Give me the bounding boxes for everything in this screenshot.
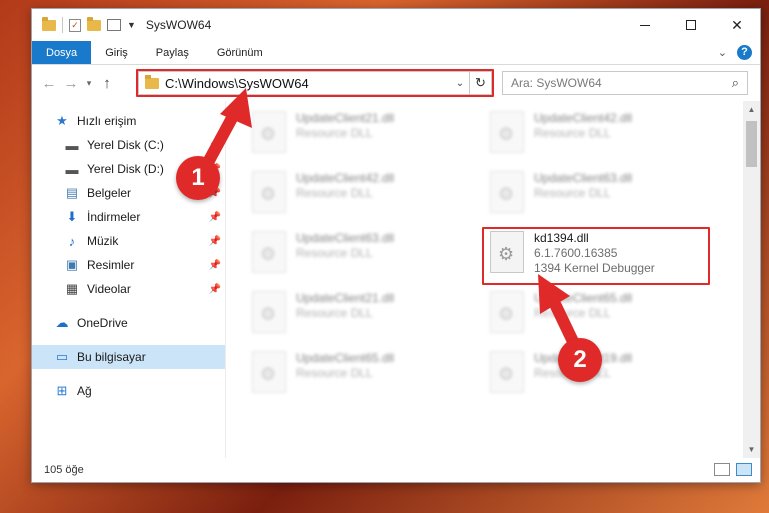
annotation-arrows [199,88,584,358]
step-badge-1: 1 [176,156,220,200]
step-badge-2: 2 [558,338,602,382]
